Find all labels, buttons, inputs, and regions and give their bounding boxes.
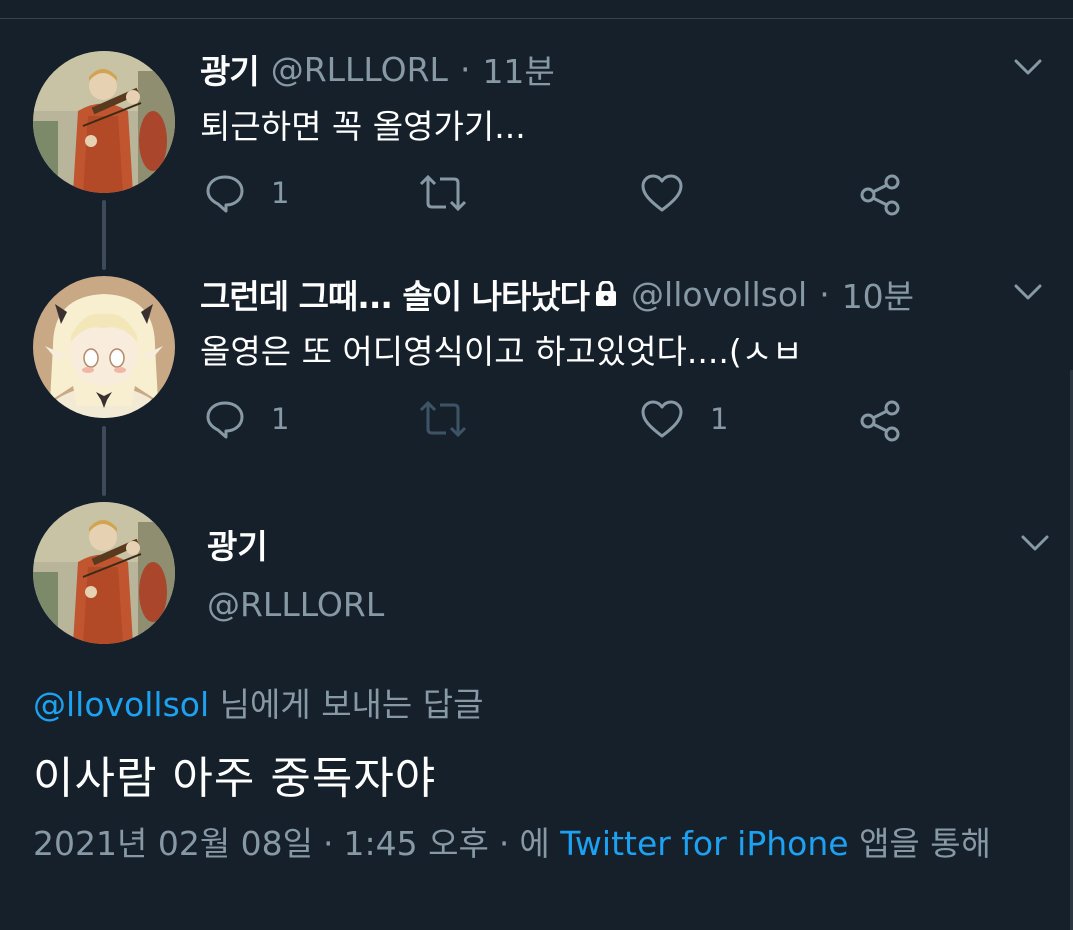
tweet-time: 1:45 오후 — [343, 824, 489, 863]
tweet-time[interactable]: 11분 — [482, 45, 554, 93]
separator-dot: · — [498, 824, 510, 863]
retweet-button — [418, 399, 494, 439]
share-icon — [860, 400, 900, 442]
separator-dot: · — [819, 274, 830, 314]
tweet-header: 그런데 그때... 솔이 나타났다 @llovollsol · 10분 — [200, 269, 914, 319]
tweet-text: 퇴근하면 꼭 올영가기... — [200, 107, 526, 146]
tweet-thread-screen: 광기 @RLLLORL · 11분 퇴근하면 꼭 올영가기... 1 그런데 그… — [0, 0, 1073, 930]
reply-icon — [206, 175, 244, 213]
reply-to-suffix: 님에게 보내는 답글 — [209, 685, 484, 724]
reply-icon — [206, 401, 244, 439]
medieval-violinist-avatar-image — [33, 502, 175, 644]
tweet-header: 광기 @RLLLORL · 11분 — [200, 44, 555, 94]
share-icon — [860, 174, 900, 216]
reply-button[interactable]: 1 — [205, 399, 289, 439]
source-app-link[interactable]: Twitter for iPhone — [560, 824, 848, 863]
chevron-down-icon[interactable] — [1020, 533, 1050, 553]
tweet-date: 2021년 02월 08일 — [33, 824, 314, 863]
like-button[interactable] — [640, 173, 710, 213]
avatar-rlllorl[interactable] — [33, 502, 175, 644]
chevron-down-icon[interactable] — [1013, 282, 1043, 302]
thread-connector-line — [102, 200, 106, 270]
tweet-text: 이사람 아주 중독자야 — [33, 753, 437, 804]
reply-to-handle-link[interactable]: @llovollsol — [33, 685, 209, 724]
like-button[interactable]: 1 — [640, 399, 728, 439]
reply-count: 1 — [271, 402, 290, 436]
user-handle[interactable]: @RLLLORL — [271, 50, 448, 89]
tweet-meta: 2021년 02월 08일 · 1:45 오후 · 에 Twitter for iPho… — [33, 820, 1033, 868]
user-handle[interactable]: @llovollsol — [631, 275, 807, 314]
anime-character-avatar-image — [33, 276, 175, 418]
retweet-icon — [419, 174, 467, 212]
tweet-time[interactable]: 10분 — [842, 270, 914, 318]
heart-icon — [641, 400, 683, 438]
like-count: 1 — [710, 402, 729, 436]
reply-button[interactable]: 1 — [205, 173, 289, 213]
share-button[interactable] — [858, 399, 902, 443]
medieval-violinist-avatar-image — [33, 51, 175, 193]
chevron-down-icon[interactable] — [1013, 57, 1043, 77]
separator-dot: · — [323, 824, 334, 863]
display-name[interactable]: 광기 — [207, 520, 268, 568]
replying-to-line: @llovollsol 님에게 보내는 답글 — [33, 678, 484, 726]
retweet-button[interactable] — [418, 173, 494, 213]
via-suffix: 앱을 통해 — [848, 824, 991, 863]
reply-count: 1 — [271, 176, 290, 210]
heart-icon — [641, 174, 683, 212]
separator-dot: · — [459, 49, 471, 89]
share-button[interactable] — [858, 173, 902, 217]
thread-connector-line — [102, 426, 106, 496]
avatar-rlllorl[interactable] — [33, 51, 175, 193]
user-handle[interactable]: @RLLLORL — [207, 585, 384, 624]
tweet-text: 올영은 또 어디영식이고 하고있엇다....(ㅅㅂ — [200, 332, 803, 371]
via-prefix: 에 — [519, 824, 561, 863]
top-divider — [0, 18, 1073, 19]
retweet-icon — [419, 400, 467, 438]
display-name[interactable]: 그런데 그때... 솔이 나타났다 — [200, 270, 590, 318]
lock-icon — [596, 281, 617, 306]
avatar-llovollsol[interactable] — [33, 276, 175, 418]
display-name[interactable]: 광기 — [200, 45, 260, 93]
